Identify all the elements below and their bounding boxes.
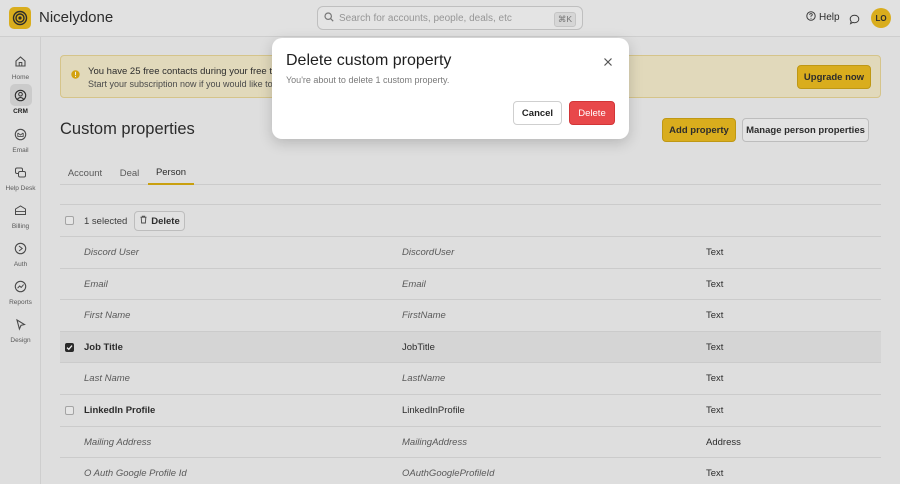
close-icon[interactable] [603, 54, 613, 66]
confirm-delete-button[interactable]: Delete [569, 101, 615, 125]
delete-property-dialog: Delete custom property You're about to d… [272, 38, 629, 139]
dialog-title: Delete custom property [286, 52, 452, 69]
dialog-description: You're about to delete 1 custom property… [286, 75, 450, 85]
cancel-button[interactable]: Cancel [513, 101, 562, 125]
